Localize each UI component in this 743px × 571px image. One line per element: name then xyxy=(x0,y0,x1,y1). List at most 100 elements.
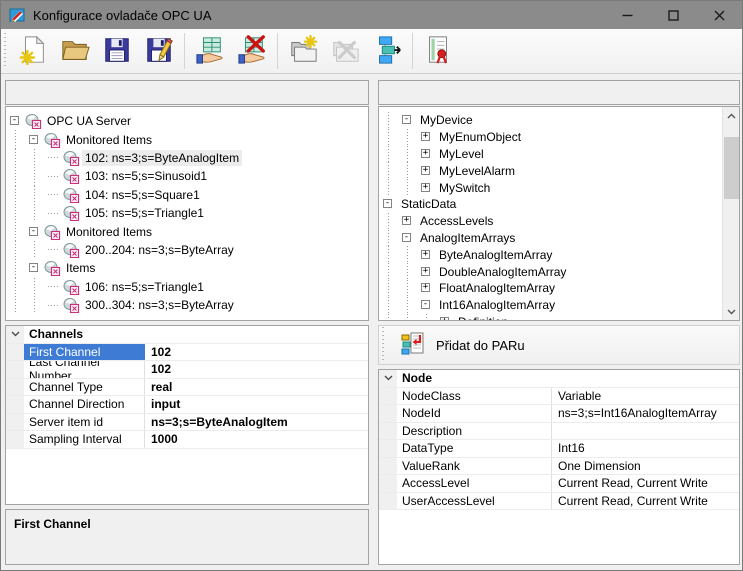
scroll-down-icon[interactable] xyxy=(723,303,740,320)
grid-category-row[interactable]: Channels xyxy=(6,326,368,344)
expand-box-icon[interactable]: + xyxy=(421,250,430,259)
title-bar[interactable]: Konfigurace ovladače OPC UA xyxy=(1,1,742,29)
tree-item[interactable]: +ByteAnalogItemArray xyxy=(379,246,722,263)
new-file-button[interactable] xyxy=(12,31,54,71)
delete-item-button[interactable] xyxy=(231,31,273,71)
tree-item[interactable]: -Monitored Items xyxy=(6,222,368,240)
property-row[interactable]: Last Channel Number102 xyxy=(6,361,368,379)
maximize-icon[interactable] xyxy=(650,1,696,29)
property-name[interactable]: DataType xyxy=(397,440,552,457)
expand-box-icon[interactable]: + xyxy=(440,317,449,321)
tree-item[interactable]: -Int16AnalogItemArray xyxy=(379,297,722,314)
expand-box-icon[interactable]: + xyxy=(402,216,411,225)
property-row[interactable]: Description xyxy=(379,423,739,441)
tree-item[interactable]: 102: ns=3;s=ByteAnalogItem xyxy=(6,149,368,167)
property-row[interactable]: First Channel102 xyxy=(6,344,368,362)
property-value[interactable]: 1000 xyxy=(145,431,368,448)
property-row[interactable]: Channel Directioninput xyxy=(6,396,368,414)
tree-item[interactable]: -StaticData xyxy=(379,196,722,213)
property-value[interactable]: One Dimension xyxy=(552,458,739,475)
tree-item[interactable]: 103: ns=5;s=Sinusoid1 xyxy=(6,167,368,185)
tree-item[interactable]: +DoubleAnalogItemArray xyxy=(379,263,722,280)
collapse-chevron-icon[interactable] xyxy=(379,370,397,387)
export-structure-button[interactable] xyxy=(366,31,408,71)
save-button[interactable] xyxy=(96,31,138,71)
collapse-box-icon[interactable]: - xyxy=(10,116,19,125)
add-item-button[interactable] xyxy=(189,31,231,71)
license-button[interactable] xyxy=(417,31,459,71)
expand-box-icon[interactable]: + xyxy=(421,149,430,158)
property-row[interactable]: DataTypeInt16 xyxy=(379,440,739,458)
scroll-up-icon[interactable] xyxy=(723,107,740,124)
property-name[interactable]: Channel Type xyxy=(24,379,145,396)
minimize-icon[interactable] xyxy=(604,1,650,29)
collapse-box-icon[interactable]: - xyxy=(421,300,430,309)
property-name[interactable]: NodeId xyxy=(397,405,552,422)
property-name[interactable]: NodeClass xyxy=(397,388,552,405)
property-value[interactable]: real xyxy=(145,379,368,396)
property-name[interactable]: UserAccessLevel xyxy=(397,493,552,510)
property-value[interactable]: input xyxy=(145,396,368,413)
property-value[interactable] xyxy=(552,423,739,440)
expand-box-icon[interactable]: + xyxy=(421,132,430,141)
tree-item[interactable]: +MySwitch xyxy=(379,179,722,196)
tree-item[interactable]: 106: ns=5;s=Triangle1 xyxy=(6,278,368,296)
property-value[interactable]: Current Read, Current Write xyxy=(552,475,739,492)
property-name[interactable]: First Channel xyxy=(24,344,145,361)
collapse-box-icon[interactable]: - xyxy=(383,199,392,208)
property-name[interactable]: Description xyxy=(397,423,552,440)
tree-scrollbar[interactable] xyxy=(722,107,739,320)
property-value[interactable]: ns=3;s=Int16AnalogItemArray xyxy=(552,405,739,422)
collapse-box-icon[interactable]: - xyxy=(29,263,38,272)
tree-item[interactable]: +AccessLevels xyxy=(379,213,722,230)
add-toolbar-grip[interactable] xyxy=(381,327,386,363)
expand-box-icon[interactable]: + xyxy=(421,166,430,175)
save-as-button[interactable] xyxy=(138,31,180,71)
close-icon[interactable] xyxy=(696,1,742,29)
tree-item[interactable]: +MyLevelAlarm xyxy=(379,162,722,179)
collapse-box-icon[interactable]: - xyxy=(402,233,411,242)
property-row[interactable]: ValueRankOne Dimension xyxy=(379,458,739,476)
tree-item[interactable]: +Definition xyxy=(379,314,722,321)
property-value[interactable]: 102 xyxy=(145,361,368,378)
property-row[interactable]: NodeIdns=3;s=Int16AnalogItemArray xyxy=(379,405,739,423)
tree-item[interactable]: -Items xyxy=(6,259,368,277)
tree-item[interactable]: +MyLevel xyxy=(379,146,722,163)
tree-item[interactable]: -OPC UA Server xyxy=(6,112,368,130)
tree-item[interactable]: -Monitored Items xyxy=(6,130,368,148)
property-row[interactable]: Server item idns=3;s=ByteAnalogItem xyxy=(6,414,368,432)
property-value[interactable]: Int16 xyxy=(552,440,739,457)
grid-category-row[interactable]: Node xyxy=(379,370,739,388)
property-value[interactable]: Variable xyxy=(552,388,739,405)
tree-item[interactable]: 105: ns=5;s=Triangle1 xyxy=(6,204,368,222)
tree-item[interactable]: 200..204: ns=3;s=ByteArray xyxy=(6,241,368,259)
add-to-par-button[interactable]: Přidat do PARu xyxy=(390,327,535,364)
property-value[interactable]: 102 xyxy=(145,344,368,361)
property-row[interactable]: AccessLevelCurrent Read, Current Write xyxy=(379,475,739,493)
expand-box-icon[interactable]: + xyxy=(421,183,430,192)
property-name[interactable]: Last Channel Number xyxy=(24,361,145,378)
property-row[interactable]: Sampling Interval1000 xyxy=(6,431,368,449)
property-name[interactable]: Server item id xyxy=(24,414,145,431)
expand-box-icon[interactable]: + xyxy=(421,267,430,276)
property-name[interactable]: Sampling Interval xyxy=(24,431,145,448)
expand-box-icon[interactable]: + xyxy=(421,283,430,292)
property-row[interactable]: Channel Typereal xyxy=(6,379,368,397)
tree-item[interactable]: 104: ns=5;s=Square1 xyxy=(6,186,368,204)
open-folder-button[interactable] xyxy=(54,31,96,71)
tree-item[interactable]: -MyDevice xyxy=(379,112,722,129)
collapse-box-icon[interactable]: - xyxy=(29,227,38,236)
property-value[interactable]: Current Read, Current Write xyxy=(552,493,739,510)
tree-item[interactable]: +FloatAnalogItemArray xyxy=(379,280,722,297)
collapse-chevron-icon[interactable] xyxy=(6,326,24,343)
toolbar-grip[interactable] xyxy=(3,33,8,69)
tree-item[interactable]: 300..304: ns=3;s=ByteArray xyxy=(6,296,368,314)
property-row[interactable]: UserAccessLevelCurrent Read, Current Wri… xyxy=(379,493,739,511)
tree-item[interactable]: +MyEnumObject xyxy=(379,129,722,146)
property-name[interactable]: AccessLevel xyxy=(397,475,552,492)
collapse-box-icon[interactable]: - xyxy=(402,115,411,124)
property-name[interactable]: Channel Direction xyxy=(24,396,145,413)
tree-item[interactable]: -AnalogItemArrays xyxy=(379,230,722,247)
scrollbar-thumb[interactable] xyxy=(724,137,739,199)
new-group-button[interactable] xyxy=(282,31,324,71)
